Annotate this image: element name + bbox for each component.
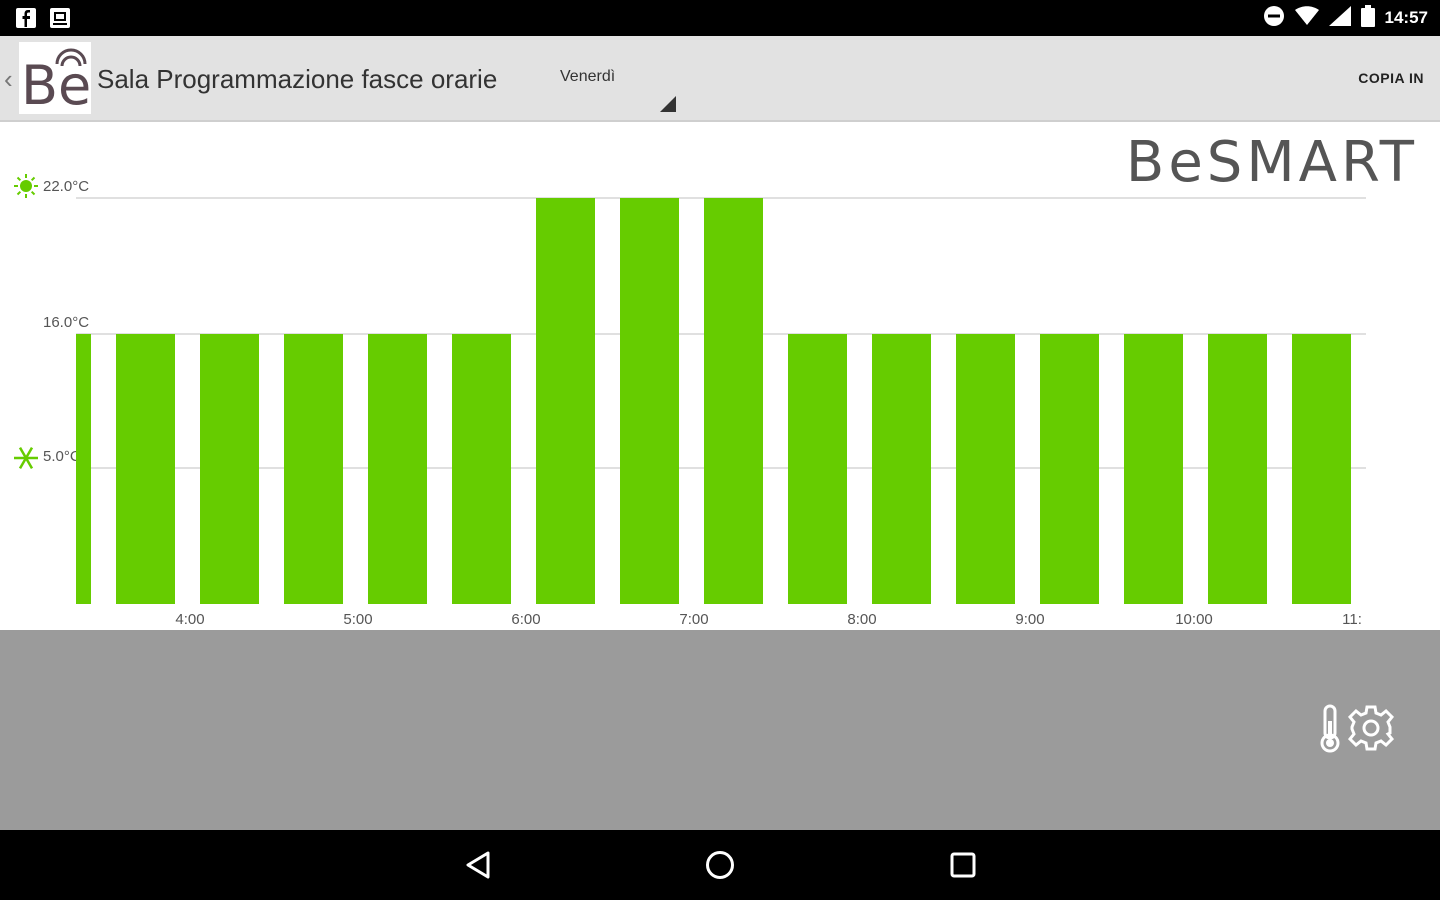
day-dropdown-value: Venerdì (560, 68, 616, 85)
nav-home-button[interactable] (702, 847, 738, 883)
snowflake-icon (14, 446, 38, 470)
facebook-icon (14, 6, 38, 30)
nav-back-button[interactable] (460, 847, 496, 883)
y-level-label: 16.0°C (43, 314, 89, 331)
chart-bar[interactable] (1040, 334, 1099, 604)
x-tick-label: 7:00 (679, 611, 708, 628)
app-logo[interactable]: Be (19, 42, 91, 117)
sun-icon (14, 174, 38, 198)
back-icon (466, 851, 490, 879)
brand-text: BeSMART (1125, 130, 1418, 195)
chart-bar[interactable] (284, 334, 343, 604)
chart-bar[interactable] (620, 198, 679, 604)
dropdown-caret-icon (660, 96, 676, 112)
copy-in-button[interactable]: COPIA IN (1358, 70, 1424, 86)
notification-icon (48, 6, 72, 30)
chevron-left-icon[interactable]: ‹ (4, 64, 13, 95)
day-dropdown[interactable]: Venerdì (556, 64, 680, 114)
app-bar: ‹ Be Sala Programmazione fasce orarie Ve… (0, 36, 1440, 122)
schedule-chart: 22.0°C 16.0°C 5.0°C 4:00 5:00 6:00 7:00 8:00 9:0… (14, 174, 1366, 628)
x-tick-label: 9:00 (1015, 611, 1044, 628)
brand-logo: BeSMART (1126, 130, 1418, 195)
x-tick-label: 5:00 (343, 611, 372, 628)
chart-bar[interactable] (704, 198, 763, 604)
x-tick-label: 10:00 (1175, 611, 1213, 628)
x-tick-label: 8:00 (847, 611, 876, 628)
chart-bar[interactable] (956, 334, 1015, 604)
status-right-icons: 14:57 (1263, 4, 1428, 32)
chart-bar[interactable] (200, 334, 259, 604)
chart-bar[interactable] (1208, 334, 1267, 604)
schedule-chart-area: 22.0°C 16.0°C 5.0°C 4:00 5:00 6:00 7:00 8:00 9:0… (0, 124, 1440, 630)
status-bar: 14:57 (0, 0, 1440, 36)
recents-icon (950, 852, 976, 878)
chart-bar[interactable] (368, 334, 427, 604)
wifi-icon (1294, 5, 1319, 31)
x-tick-label: 4:00 (175, 611, 204, 628)
chart-bar[interactable] (536, 198, 595, 604)
y-level-label: 22.0°C (43, 178, 89, 195)
status-left-icons (14, 6, 72, 30)
chart-bar[interactable] (116, 334, 175, 604)
battery-icon (1360, 4, 1375, 32)
nav-recents-button[interactable] (945, 847, 981, 883)
x-tick-label: 11: (1342, 611, 1362, 628)
chart-bar[interactable] (872, 334, 931, 604)
thermometer-icon (1316, 703, 1344, 758)
lower-panel (0, 630, 1440, 830)
y-level-label: 5.0°C (43, 448, 81, 465)
temperature-settings-button[interactable] (1316, 702, 1400, 758)
chart-bar[interactable] (1292, 334, 1351, 604)
page-title: Sala Programmazione fasce orarie (97, 64, 498, 94)
navigation-bar (0, 830, 1440, 900)
gear-icon (1346, 703, 1396, 758)
chart-bar[interactable] (1124, 334, 1183, 604)
x-tick-label: 6:00 (511, 611, 540, 628)
status-time: 14:57 (1384, 8, 1428, 27)
chart-bar[interactable] (452, 334, 511, 604)
home-icon (706, 851, 734, 879)
moon-icon (21, 310, 38, 337)
chart-bar[interactable] (76, 334, 91, 604)
signal-icon (1328, 5, 1351, 31)
chart-bar[interactable] (788, 334, 847, 604)
do-not-disturb-icon (1263, 5, 1285, 32)
